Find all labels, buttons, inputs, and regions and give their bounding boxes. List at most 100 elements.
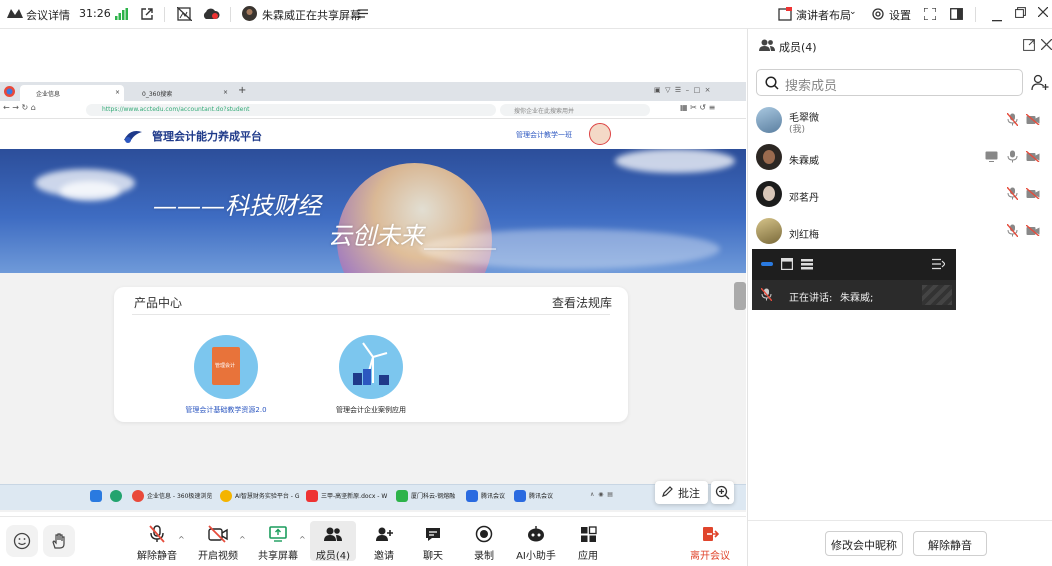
chevron-up-icon[interactable]: ^ xyxy=(178,535,185,544)
edge-icon[interactable] xyxy=(110,490,122,502)
close-panel-icon[interactable] xyxy=(1040,38,1052,53)
tencent-meeting-icon[interactable] xyxy=(466,490,478,502)
product-label: 管理会计基础教学资源2.0 xyxy=(185,406,267,414)
chevron-up-icon[interactable]: ^ xyxy=(239,535,246,544)
browser-search-field[interactable]: 搜你企业在此搜索用并 xyxy=(500,104,650,116)
window-controls: ▣ ▽ ☰ – □ × xyxy=(654,86,711,94)
product-item[interactable]: 管理会计企业案例应用 xyxy=(323,335,419,415)
presenter-layout-button[interactable]: 演讲者布局 xyxy=(796,7,851,23)
record-button[interactable]: 录制 xyxy=(455,523,513,562)
browser-tab-label: 0_360搜索 xyxy=(142,91,173,98)
new-tab-icon[interactable]: + xyxy=(238,85,246,96)
taskbar-item[interactable]: AI智慧财务实验平台 - G xyxy=(235,491,300,500)
camera-off-icon[interactable] xyxy=(1025,224,1040,239)
expand-list-icon[interactable] xyxy=(932,258,946,273)
list-view-icon[interactable] xyxy=(801,258,813,273)
gear-icon[interactable] xyxy=(871,7,885,24)
avatar xyxy=(756,218,782,244)
chrome-icon[interactable] xyxy=(220,490,232,502)
windows-start-icon[interactable] xyxy=(90,490,102,502)
zoom-in-icon xyxy=(715,485,730,503)
browser-toolbar-icons[interactable]: ▦ ✂ ↺ ≡ xyxy=(680,103,715,112)
taskbar-item[interactable]: 三甲-高坚新原.docx - W xyxy=(321,491,387,500)
taskbar-item[interactable]: 厦门科云-钢熔融 xyxy=(411,491,455,500)
member-row[interactable]: 刘红梅 xyxy=(756,215,1046,249)
tab-close-icon[interactable]: × xyxy=(223,89,228,96)
rename-in-meeting-button[interactable]: 修改会中昵称 xyxy=(825,531,903,556)
member-self-tag: (我) xyxy=(789,125,806,135)
browser-address-bar: ← → ↻ ⌂ https://www.acctedu.com/accounta… xyxy=(0,101,746,119)
tab-close-icon[interactable]: × xyxy=(115,89,120,96)
browser-360-icon[interactable] xyxy=(132,490,144,502)
camera-off-icon[interactable] xyxy=(1025,150,1040,165)
wps-icon[interactable] xyxy=(306,490,318,502)
unmute-label: 解除静音 xyxy=(137,551,177,562)
site-user-class[interactable]: 管理会计教学一班 xyxy=(516,130,572,140)
member-name: 刘红梅 xyxy=(789,230,819,241)
chat-button[interactable]: 聊天 xyxy=(404,523,462,562)
wechat-icon[interactable] xyxy=(396,490,408,502)
member-search-input[interactable]: 搜索成员 xyxy=(756,69,1023,96)
ai-assistant-button[interactable]: AI小助手 xyxy=(507,523,565,562)
leave-meeting-button[interactable]: 离开会议 xyxy=(681,523,739,562)
view-regulations-link[interactable]: 查看法规库 xyxy=(552,294,612,311)
taskbar-item[interactable]: 腾讯会议 xyxy=(481,491,505,500)
layout-icon[interactable] xyxy=(778,7,792,24)
members-button[interactable]: 成员(4) xyxy=(310,521,356,562)
emoji-button[interactable] xyxy=(6,525,38,557)
camera-off-icon[interactable] xyxy=(1025,187,1040,202)
avatar xyxy=(756,181,782,207)
cloud-icon[interactable] xyxy=(202,7,220,23)
mic-muted-icon[interactable] xyxy=(1006,186,1019,203)
member-row[interactable]: 毛翠微 (我) xyxy=(756,104,1046,138)
slogan-line-1: ———科技财经 xyxy=(153,192,321,220)
sidebar-toggle-icon[interactable] xyxy=(950,8,963,23)
fullscreen-icon[interactable] xyxy=(923,7,937,23)
add-member-icon[interactable] xyxy=(1031,74,1049,94)
apps-button[interactable]: 应用 xyxy=(559,523,617,562)
browser-tab-active[interactable]: 企业信息 × xyxy=(20,85,124,101)
mic-muted-icon[interactable] xyxy=(1006,112,1019,129)
settings-button[interactable]: 设置 xyxy=(889,7,911,23)
site-user-avatar[interactable] xyxy=(589,123,611,145)
taskbar-item[interactable]: 腾讯会议 xyxy=(529,491,553,500)
popout-icon[interactable] xyxy=(1023,39,1035,54)
url-field[interactable]: https://www.acctedu.com/accountant.do?st… xyxy=(86,104,496,116)
minimize-view-icon[interactable] xyxy=(761,262,773,266)
browser-logo-icon xyxy=(4,86,15,100)
sharer-avatar xyxy=(242,6,257,24)
tencent-meeting-icon[interactable] xyxy=(514,490,526,502)
sharing-status-text: 朱霖威正在共享屏幕 xyxy=(262,9,361,22)
browser-nav-icons[interactable]: ← → ↻ ⌂ xyxy=(3,103,36,112)
meeting-info-link[interactable]: 会议详情 xyxy=(26,7,70,23)
side-collapse-handle[interactable] xyxy=(734,282,746,310)
zoom-in-button[interactable] xyxy=(711,481,734,504)
annotate-button[interactable]: 批注 xyxy=(655,481,708,504)
member-row[interactable]: 朱霖威 xyxy=(756,141,1046,175)
raise-hand-button[interactable] xyxy=(43,525,75,557)
restore-icon[interactable] xyxy=(1015,7,1026,21)
share-out-icon[interactable] xyxy=(140,7,154,24)
unmute-all-button[interactable]: 解除静音 xyxy=(913,531,987,556)
screen-off-icon[interactable] xyxy=(176,6,193,24)
more-lines-icon[interactable] xyxy=(357,8,369,22)
browser-tab[interactable]: 0_360搜索 × xyxy=(126,85,232,101)
mic-muted-icon[interactable] xyxy=(1006,223,1019,240)
camera-off-icon[interactable] xyxy=(1025,113,1040,128)
window-view-icon[interactable] xyxy=(781,258,794,273)
members-panel-title: 成员(4) xyxy=(779,41,817,54)
system-tray-icons[interactable]: ∧ ◉ ▤ xyxy=(590,491,613,498)
members-panel: 成员(4) 搜索成员 毛翠微 (我) 朱霖威 邓茗丹 刘红梅 正在讲话: 朱霖威… xyxy=(747,29,1052,566)
site-logo-icon xyxy=(122,128,144,147)
product-item[interactable]: 管理会计 管理会计基础教学资源2.0 xyxy=(178,335,274,415)
mic-icon[interactable] xyxy=(1007,150,1018,166)
taskbar-item[interactable]: 企业信息 - 360极速浏览 xyxy=(147,491,212,500)
meeting-timer: 31:26 xyxy=(79,7,111,20)
chevron-up-icon[interactable]: ^ xyxy=(299,535,306,544)
minimize-icon[interactable] xyxy=(992,12,1002,25)
close-icon[interactable] xyxy=(1037,6,1049,20)
exit-icon xyxy=(681,523,739,545)
meeting-title-bar: 会议详情 31:26 朱霖威正在共享屏幕 演讲者布局 ⌄ 设置 xyxy=(0,0,1052,29)
chevron-down-icon[interactable]: ⌄ xyxy=(849,7,857,17)
member-row[interactable]: 邓茗丹 xyxy=(756,178,1046,212)
